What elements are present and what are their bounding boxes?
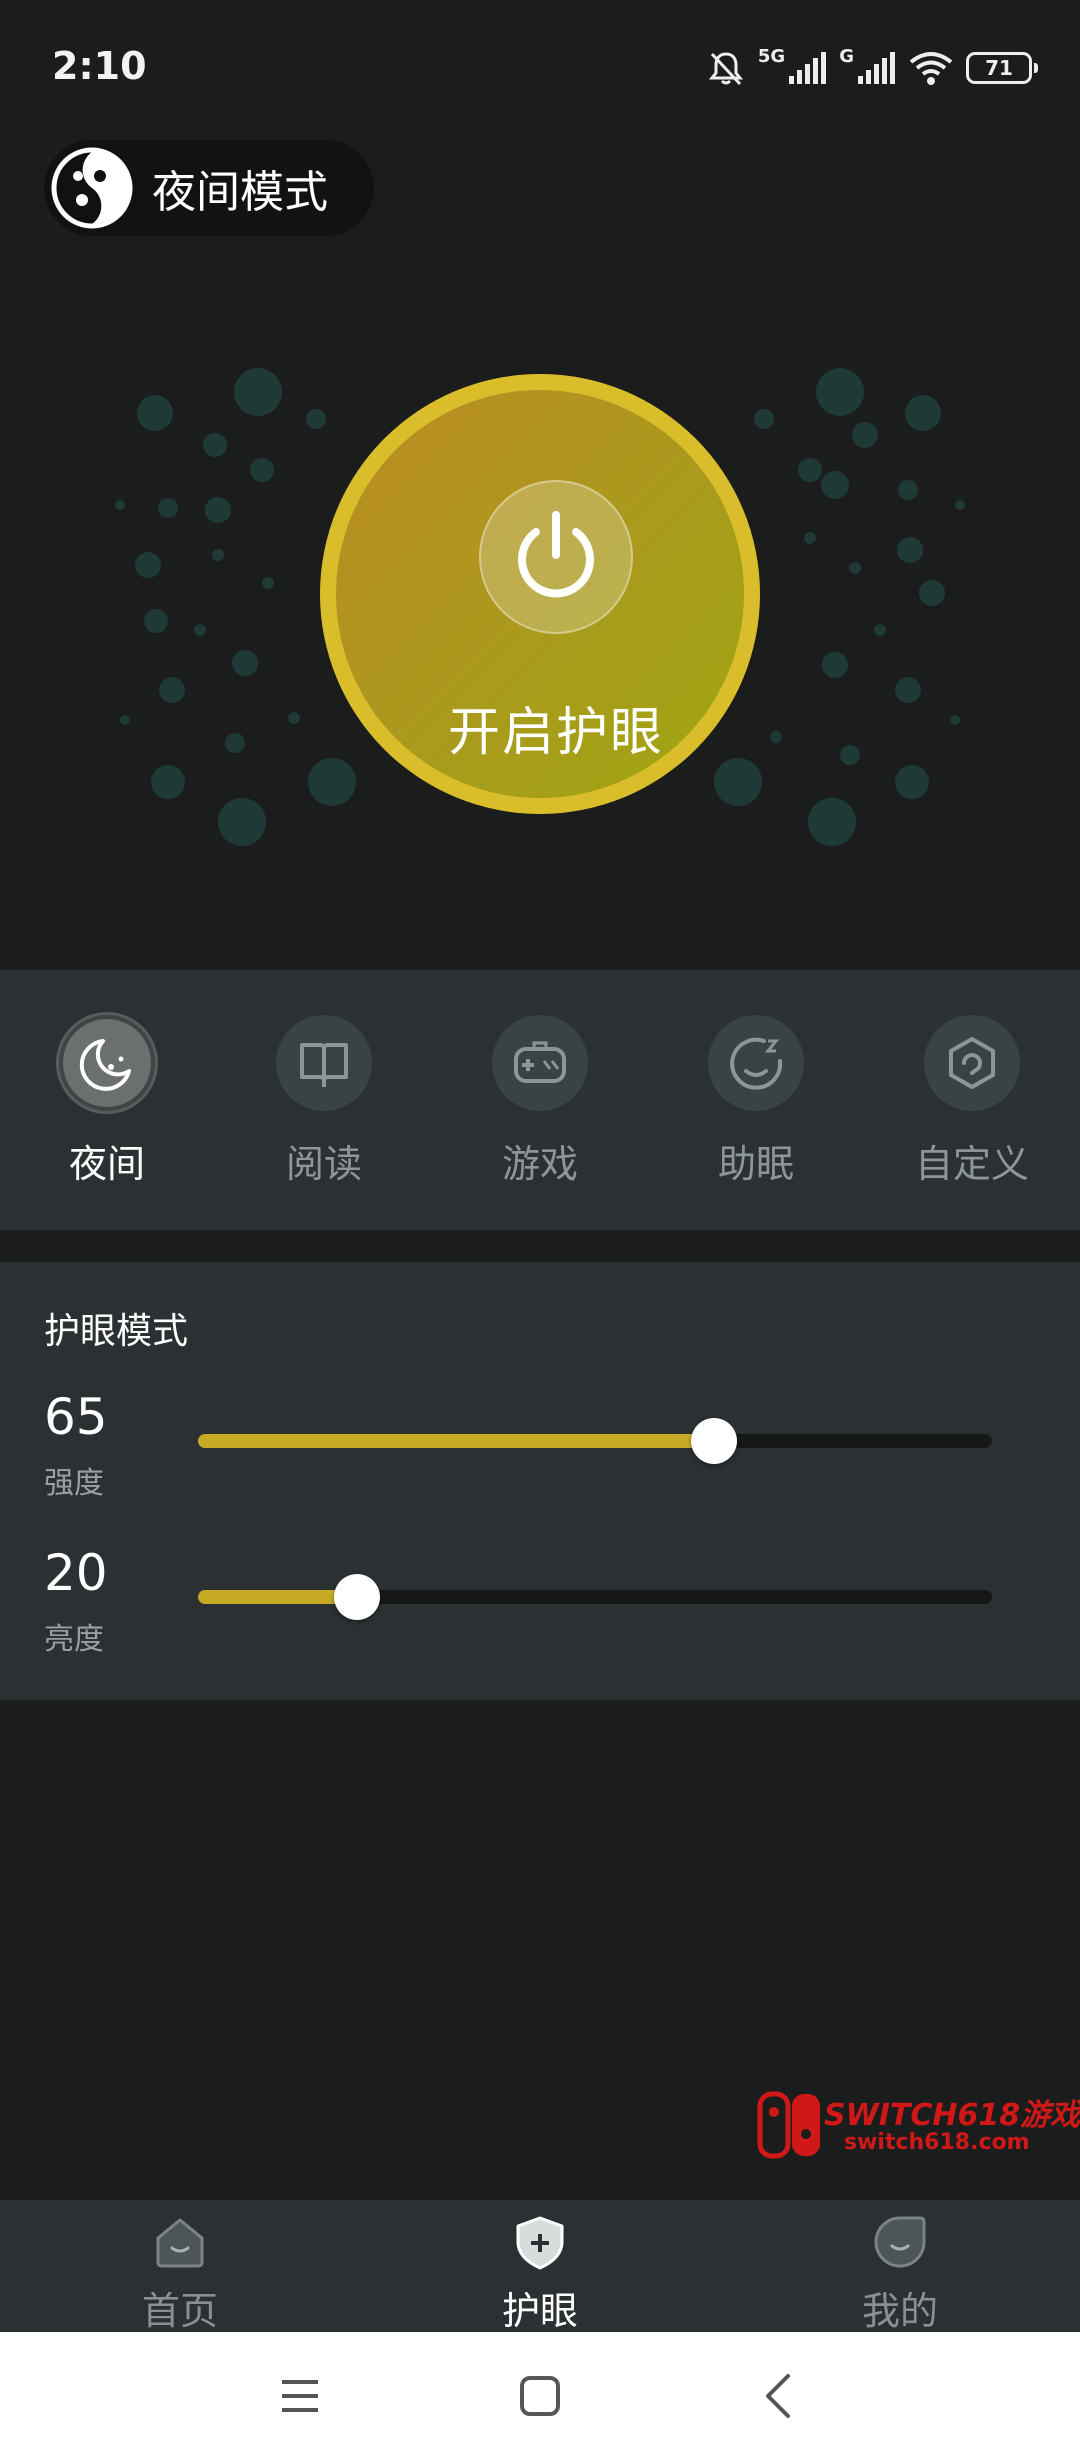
- status-icons: 5G G 71: [706, 44, 1038, 92]
- mode-game-circle: [492, 1015, 588, 1111]
- night-mode-label: 夜间模式: [152, 167, 328, 218]
- nav-profile-label: 我的: [861, 2289, 938, 2333]
- nav-eye-care[interactable]: 护眼: [420, 2212, 660, 2335]
- menu-icon[interactable]: [272, 2368, 328, 2424]
- mode-night-circle: [59, 1015, 155, 1111]
- moon-icon: [79, 1039, 131, 1091]
- intensity-value: 65: [44, 1388, 108, 1446]
- mode-selector: 夜间 阅读 游戏 助眠 自定义: [0, 970, 1080, 1230]
- profile-icon: [874, 2216, 926, 2268]
- power-icon: [518, 511, 594, 598]
- back-icon[interactable]: [752, 2368, 808, 2424]
- mode-reading-label: 阅读: [285, 1142, 362, 1186]
- eye-mode-title: 护眼模式: [44, 1311, 189, 1352]
- bell-off-icon: [708, 52, 744, 86]
- eye-mode-panel: 护眼模式 65 强度 20 亮度: [0, 1262, 1080, 1700]
- mode-reading[interactable]: 阅读: [224, 1015, 424, 1188]
- brightness-slider-row: 20 亮度: [0, 1544, 1080, 1674]
- sleep-icon: [730, 1037, 783, 1090]
- nav-home-label: 首页: [141, 2289, 218, 2333]
- mode-reading-circle: [276, 1015, 372, 1111]
- watermark-url: switch618.com: [844, 2130, 1030, 2155]
- moon-face-icon: [51, 147, 133, 229]
- switch-logo-icon: [757, 2091, 820, 2159]
- bottom-nav: 首页 护眼 我的: [0, 2200, 1080, 2335]
- book-icon: [300, 1043, 348, 1087]
- brightness-slider[interactable]: [198, 1574, 992, 1620]
- wifi-icon: [909, 52, 953, 85]
- intensity-slider-fill: [198, 1434, 715, 1448]
- intensity-slider[interactable]: [198, 1418, 992, 1464]
- nav-home[interactable]: 首页: [60, 2212, 300, 2335]
- mode-custom[interactable]: 自定义: [872, 1015, 1072, 1188]
- intensity-slider-row: 65 强度: [0, 1388, 1080, 1518]
- network-type-label: 5G: [757, 46, 786, 67]
- intensity-label: 强度: [44, 1466, 104, 1501]
- home-icon: [156, 2218, 204, 2268]
- mode-custom-circle: [924, 1015, 1020, 1111]
- brightness-slider-fill: [198, 1590, 357, 1604]
- shield-plus-icon: [516, 2216, 564, 2270]
- mode-night-label: 夜间: [68, 1142, 145, 1186]
- mode-sleep[interactable]: 助眠: [656, 1015, 856, 1188]
- power-label: 开启护眼: [447, 703, 664, 763]
- mode-sleep-label: 助眠: [717, 1142, 794, 1186]
- brightness-label: 亮度: [44, 1622, 104, 1657]
- signal-icon-2: [858, 52, 895, 84]
- signal-icon: [789, 52, 827, 84]
- hexagon-icon: [949, 1037, 995, 1089]
- status-time: 2:10: [52, 44, 147, 88]
- intensity-slider-thumb[interactable]: [691, 1418, 738, 1464]
- nav-profile[interactable]: 我的: [780, 2212, 1020, 2335]
- night-mode-pill[interactable]: 夜间模式: [44, 140, 374, 236]
- home-square-icon[interactable]: [512, 2368, 568, 2424]
- brightness-slider-thumb[interactable]: [333, 1574, 380, 1620]
- status-bar: 2:10 5G G 71: [0, 0, 1080, 130]
- mode-custom-label: 自定义: [914, 1142, 1029, 1186]
- watermark-title: SWITCH618游戏: [824, 2098, 1080, 2133]
- nav-eye-care-label: 护眼: [501, 2289, 578, 2333]
- power-icon-wrapper: [479, 480, 633, 634]
- mode-night[interactable]: 夜间: [7, 1015, 207, 1188]
- brightness-value: 20: [44, 1544, 108, 1602]
- power-button-inner: 开启护眼: [336, 390, 744, 798]
- network-type-label-2: G: [839, 46, 854, 67]
- mode-game[interactable]: 游戏: [440, 1015, 640, 1188]
- hero-area: 开启护眼: [0, 340, 1080, 860]
- watermark: SWITCH618游戏 switch618.com: [756, 2088, 1080, 2164]
- battery-indicator: 71: [966, 52, 1038, 84]
- mode-game-label: 游戏: [501, 1142, 578, 1186]
- mode-sleep-circle: [708, 1015, 804, 1111]
- system-nav-bar: [0, 2332, 1080, 2460]
- power-button[interactable]: 开启护眼: [320, 374, 760, 814]
- gamepad-icon: [514, 1041, 566, 1083]
